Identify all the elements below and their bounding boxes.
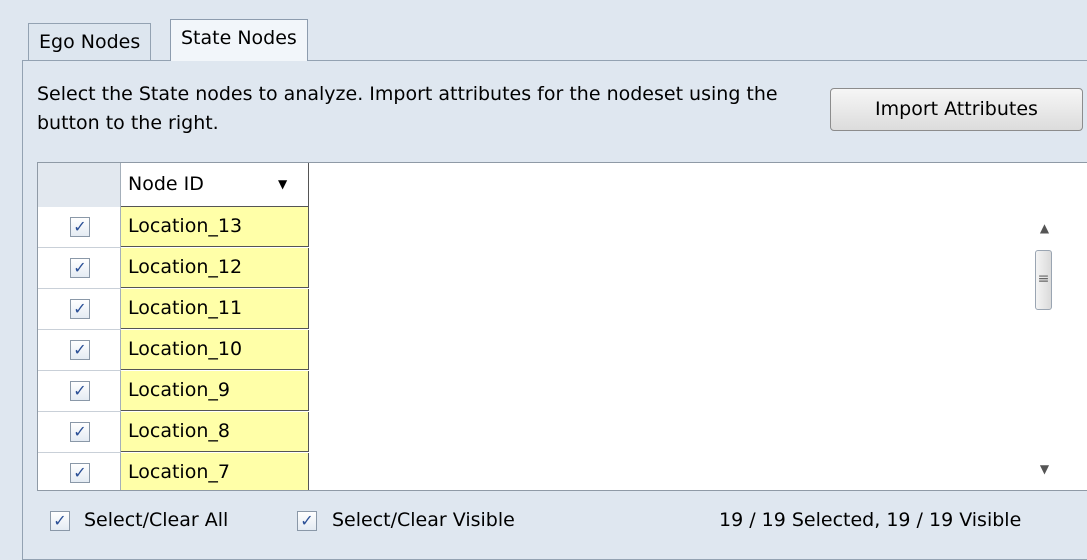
scroll-up-icon[interactable]: ▲ [1031,218,1058,238]
tab-ego-nodes[interactable]: Ego Nodes [28,23,152,61]
scroll-thumb[interactable]: ≡ [1035,250,1052,310]
table-row[interactable]: ✓ Location_10 [38,330,310,371]
column-header-node-id[interactable]: Node ID ▼ [121,163,309,207]
selection-status: 19 / 19 Selected, 19 / 19 Visible [719,509,1022,531]
select-all-label[interactable]: Select/Clear All [84,509,228,531]
row-checkbox[interactable]: ✓ [70,422,90,442]
row-checkbox-cell: ✓ [38,371,121,412]
row-checkbox[interactable]: ✓ [70,340,90,360]
row-checkbox-cell: ✓ [38,412,121,453]
row-checkbox-cell: ✓ [38,289,121,330]
row-checkbox[interactable]: ✓ [70,463,90,483]
row-checkbox[interactable]: ✓ [70,381,90,401]
select-visible-label[interactable]: Select/Clear Visible [332,509,515,531]
row-checkbox-cell: ✓ [38,330,121,371]
node-id-cell[interactable]: Location_13 [121,207,309,247]
node-id-cell[interactable]: Location_10 [121,330,309,370]
select-all-checkbox[interactable]: ✓ [50,511,70,531]
row-checkbox-cell: ✓ [38,248,121,289]
row-checkbox-cell: ✓ [38,453,121,490]
scroll-down-icon[interactable]: ▼ [1031,459,1058,479]
table-row[interactable]: ✓ Location_12 [38,248,310,289]
node-id-cell[interactable]: Location_8 [121,412,309,452]
column-header-label: Node ID [128,173,204,195]
nodes-grid: Node ID ▼ ✓ Location_13 ✓ Location_12 ✓ … [37,162,1087,491]
select-visible-checkbox[interactable]: ✓ [297,511,317,531]
sort-dropdown-icon[interactable]: ▼ [278,177,287,191]
table-row[interactable]: ✓ Location_11 [38,289,310,330]
row-checkbox-cell: ✓ [38,207,121,248]
table-row[interactable]: ✓ Location_13 [38,207,310,248]
grid-header-corner [38,163,121,208]
node-id-cell[interactable]: Location_12 [121,248,309,288]
table-row[interactable]: ✓ Location_8 [38,412,310,453]
node-id-cell[interactable]: Location_11 [121,289,309,329]
import-attributes-button[interactable]: Import Attributes [830,88,1083,131]
node-id-cell[interactable]: Location_9 [121,371,309,411]
table-row[interactable]: ✓ Location_9 [38,371,310,412]
table-row[interactable]: ✓ Location_7 [38,453,310,490]
instructions-text: Select the State nodes to analyze. Impor… [37,83,778,134]
node-id-cell[interactable]: Location_7 [121,453,309,490]
row-checkbox[interactable]: ✓ [70,258,90,278]
row-checkbox[interactable]: ✓ [70,299,90,319]
vertical-scrollbar[interactable]: ▲ ≡ ▼ [1031,205,1058,488]
tab-state-nodes[interactable]: State Nodes [170,19,308,61]
row-checkbox[interactable]: ✓ [70,217,90,237]
